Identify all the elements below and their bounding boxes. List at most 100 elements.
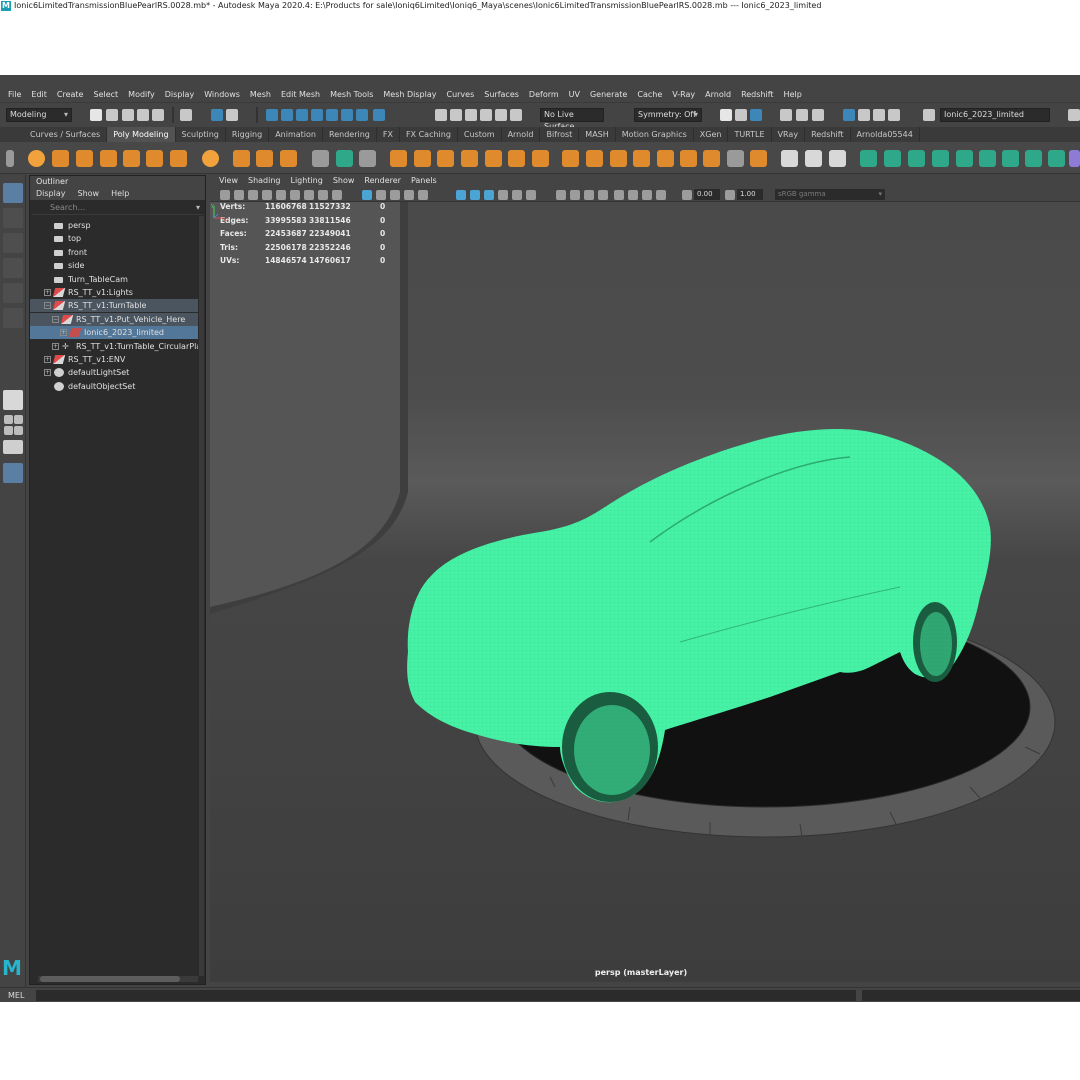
fill-hole-icon[interactable] — [633, 150, 650, 167]
expand-icon[interactable]: + — [60, 329, 67, 337]
uv-unfold-icon[interactable] — [956, 150, 973, 167]
shelf-tab-mash[interactable]: MASH — [579, 127, 616, 142]
safe-action-icon[interactable] — [376, 190, 386, 200]
render-current-frame-icon[interactable] — [480, 109, 492, 121]
outliner-search-input[interactable]: Search... ▾ — [32, 201, 203, 215]
super-shape-icon[interactable] — [233, 150, 250, 167]
motion-blur-icon[interactable] — [570, 190, 580, 200]
exposure-field[interactable]: 0.00 — [694, 189, 720, 200]
menu-curves[interactable]: Curves — [441, 90, 479, 99]
snap-projected-icon[interactable] — [311, 109, 323, 121]
snap-point-icon[interactable] — [296, 109, 308, 121]
outliner-item[interactable]: +✛ RS_TT_v1:TurnTable_CircularPlatform — [30, 340, 198, 353]
shelf-tab-bifrost[interactable]: Bifrost — [540, 127, 580, 142]
expand-icon[interactable]: + — [44, 369, 51, 377]
menu-v-ray[interactable]: V-Ray — [667, 90, 700, 99]
shelf-tab-curves-surfaces[interactable]: Curves / Surfaces — [24, 127, 108, 142]
outliner-item[interactable]: + RS_TT_v1:Lights — [30, 286, 198, 299]
bridge-icon[interactable] — [586, 150, 603, 167]
shelf-tab-arnold[interactable]: Arnold — [502, 127, 541, 142]
menu-generate[interactable]: Generate — [585, 90, 632, 99]
reset-icon[interactable] — [359, 150, 376, 167]
menu-redshift[interactable]: Redshift — [736, 90, 778, 99]
frame-selected-icon[interactable] — [418, 190, 428, 200]
uv-editor-icon[interactable] — [1048, 150, 1065, 167]
snap-view-plane-icon[interactable] — [326, 109, 338, 121]
menu-help[interactable]: Help — [779, 90, 807, 99]
command-language-label[interactable]: MEL — [8, 988, 24, 1002]
menu-edit-mesh[interactable]: Edit Mesh — [276, 90, 325, 99]
xray-components-icon[interactable] — [656, 190, 666, 200]
shelf-tab-fx-caching[interactable]: FX Caching — [400, 127, 458, 142]
shelf-overflow-icon[interactable] — [1069, 150, 1080, 167]
new-scene-icon[interactable] — [90, 109, 102, 121]
outliner-horizontal-scrollbar[interactable] — [38, 976, 198, 982]
shelf-tab-vray[interactable]: VRay — [772, 127, 806, 142]
reduce-icon[interactable] — [508, 150, 525, 167]
move-tool-icon[interactable] — [3, 258, 23, 278]
select-tool-icon[interactable] — [3, 183, 23, 203]
plane-icon[interactable] — [146, 150, 163, 167]
uv-spherical-icon[interactable] — [908, 150, 925, 167]
save-scene-icon[interactable] — [122, 109, 134, 121]
outliner-item[interactable]: defaultObjectSet — [30, 380, 198, 393]
camera-attributes-icon[interactable] — [220, 190, 230, 200]
uv-planar-icon[interactable] — [860, 150, 877, 167]
shelf-tab-turtle[interactable]: TURTLE — [728, 127, 772, 142]
xray-mode-icon[interactable] — [628, 190, 638, 200]
menu-file[interactable]: File — [3, 90, 26, 99]
snap-magnet-icon[interactable] — [356, 109, 368, 121]
viewport-menu-view[interactable]: View — [214, 175, 243, 187]
menu-mesh-tools[interactable]: Mesh Tools — [325, 90, 378, 99]
shelf-tab-poly-modeling[interactable]: Poly Modeling — [107, 127, 176, 142]
outliner-item[interactable]: − RS_TT_v1:Put_Vehicle_Here — [30, 312, 198, 326]
collapse-icon[interactable]: − — [52, 315, 59, 323]
gate-mask-icon[interactable] — [332, 190, 342, 200]
layout-option-icon[interactable] — [4, 426, 13, 435]
viewport-menu-panels[interactable]: Panels — [406, 175, 442, 187]
hypershade-icon[interactable] — [812, 109, 824, 121]
sidebar-toggle-icon[interactable] — [1068, 109, 1080, 121]
viewport-menu-renderer[interactable]: Renderer — [359, 175, 406, 187]
shelf-options-icon[interactable] — [6, 150, 14, 167]
uv-sew-icon[interactable] — [1025, 150, 1042, 167]
outliner-item[interactable]: persp — [30, 219, 198, 232]
outliner-item[interactable]: top — [30, 232, 198, 245]
shelf-tab-animation[interactable]: Animation — [269, 127, 323, 142]
wireframe-icon[interactable] — [456, 190, 466, 200]
torus-icon[interactable] — [123, 150, 140, 167]
object-name-field[interactable]: Ionic6_2023_limited — [940, 108, 1050, 122]
cylinder-icon[interactable] — [76, 150, 93, 167]
select-by-name-icon[interactable] — [923, 109, 935, 121]
outliner-item[interactable]: − RS_TT_v1:TurnTable — [30, 299, 198, 313]
screen-space-ao-icon[interactable] — [556, 190, 566, 200]
anti-aliasing-icon[interactable] — [584, 190, 594, 200]
outliner-item[interactable]: Turn_TableCam — [30, 273, 198, 286]
shadows-icon[interactable] — [526, 190, 536, 200]
expand-icon[interactable]: + — [44, 289, 51, 296]
menu-edit[interactable]: Edit — [26, 90, 52, 99]
separate-icon[interactable] — [414, 150, 431, 167]
depth-of-field-icon[interactable] — [598, 190, 608, 200]
smooth-shade-icon[interactable] — [750, 109, 762, 121]
xray-icon[interactable] — [720, 109, 732, 121]
paint-select-tool-icon[interactable] — [3, 233, 23, 253]
shelf-tab-rendering[interactable]: Rendering — [323, 127, 377, 142]
duplicate-face-icon[interactable] — [750, 150, 767, 167]
outliner-layout-icon[interactable] — [3, 440, 23, 454]
snap-curve-icon[interactable] — [281, 109, 293, 121]
menu-uv[interactable]: UV — [564, 90, 585, 99]
disc-icon[interactable] — [170, 150, 187, 167]
layout-option-icon[interactable] — [14, 415, 23, 424]
rotate-tool-icon[interactable] — [3, 283, 23, 303]
menu-mesh[interactable]: Mesh — [245, 90, 276, 99]
render-settings-icon[interactable] — [510, 109, 522, 121]
snap-grid-icon[interactable] — [266, 109, 278, 121]
outliner-menu-help[interactable]: Help — [105, 187, 135, 200]
play-icon[interactable] — [873, 109, 885, 121]
measure-icon[interactable] — [336, 150, 353, 167]
ipr-icon[interactable] — [796, 109, 808, 121]
shelf-tab-custom[interactable]: Custom — [458, 127, 502, 142]
symmetry-dropdown[interactable]: Symmetry: Off ▾ — [634, 108, 702, 122]
menu-arnold[interactable]: Arnold — [700, 90, 736, 99]
